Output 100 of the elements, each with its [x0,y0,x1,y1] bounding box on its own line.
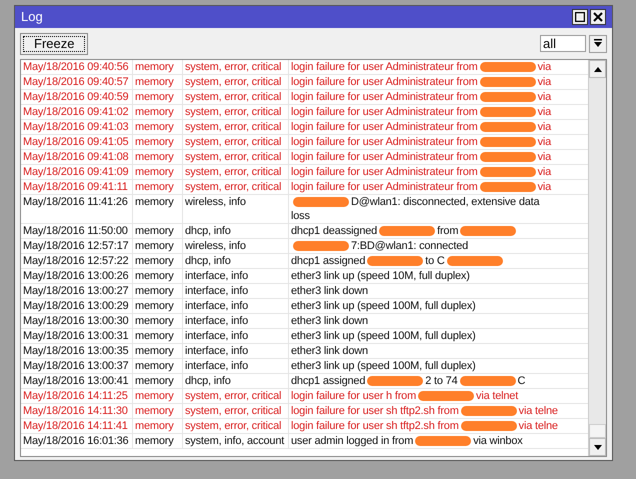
message-text: loss [291,209,310,223]
message-text: login failure for user Administrateur from [291,60,478,74]
time-cell: May/18/2016 13:00:35 [23,345,128,357]
message-text: dhcp1 assigned [291,374,366,388]
buffer-cell: memory [135,181,174,193]
message-text: login failure for user Administrateur from [291,135,478,149]
time-cell: May/18/2016 09:40:56 [23,61,128,73]
message-text: via telne [518,404,558,418]
buffer-cell: memory [135,420,174,432]
redaction-mark [293,197,349,207]
message-text: 7:BD@wlan1: connected [351,239,468,253]
time-cell: May/18/2016 12:57:17 [23,240,128,252]
time-cell: May/18/2016 09:41:09 [23,166,128,178]
message-text: ether3 link down [291,344,368,358]
topics-cell: system, error, critical [185,61,282,73]
topics-cell: dhcp, info [185,225,231,237]
buffer-cell: memory [135,240,174,252]
message-text: via [538,180,552,194]
redaction-mark [480,77,536,87]
redaction-mark [480,182,536,192]
up-arrow-icon [594,66,602,72]
message-text: via winbox [473,434,523,448]
buffer-cell: memory [135,76,174,88]
freeze-button[interactable]: Freeze [20,32,88,54]
redaction-mark [415,436,472,446]
topics-cell: system, error, critical [185,91,282,103]
time-cell: May/18/2016 13:00:27 [23,285,128,297]
time-cell: May/18/2016 11:41:26 [23,196,128,208]
scroll-thumb[interactable] [589,424,606,438]
topics-cell: system, error, critical [185,151,282,163]
time-cell: May/18/2016 09:40:57 [23,76,128,88]
buffer-cell: memory [135,121,174,133]
message-text: login failure for user Administrateur from [291,120,478,134]
buffer-cell: memory [135,390,174,402]
time-cell: May/18/2016 14:11:30 [23,405,128,417]
topics-cell: wireless, info [185,240,246,252]
maximize-button[interactable] [572,9,588,25]
time-cell: May/18/2016 16:01:36 [23,435,128,447]
topics-cell: dhcp, info [185,255,231,267]
redaction-mark [480,122,536,132]
redaction-mark [460,406,517,416]
filter-dropdown[interactable]: all [540,34,607,52]
message-text: ether3 link up (speed 100M, full duplex) [291,329,476,343]
topics-cell: dhcp, info [185,375,231,387]
redaction-mark [367,376,424,386]
redaction-mark [480,152,536,162]
redaction-mark [480,137,536,147]
topics-cell: system, error, critical [185,136,282,148]
topics-cell: system, error, critical [185,76,282,88]
time-cell: May/18/2016 13:00:37 [23,360,128,372]
redaction-mark [293,241,349,251]
down-arrow-icon [594,444,602,450]
message-text: login failure for user Administrateur from [291,180,478,194]
time-cell: May/18/2016 09:41:08 [23,151,128,163]
message-text: ether3 link up (speed 10M, full duplex) [291,269,470,283]
buffer-cell: memory [135,136,174,148]
scroll-up-button[interactable] [589,60,606,78]
time-cell: May/18/2016 14:11:41 [23,420,128,432]
message-text: C [518,374,526,388]
scroll-down-button[interactable] [589,438,606,456]
buffer-cell: memory [135,315,174,327]
redaction-mark [480,107,536,117]
topics-cell: system, error, critical [185,181,282,193]
redaction-mark [446,256,503,266]
redaction-mark [379,226,436,236]
message-text: from [437,224,458,238]
maximize-icon [575,12,585,22]
topics-cell: system, info, account [185,435,284,447]
topics-cell: wireless, info [185,196,246,208]
filter-value: all [540,35,586,52]
scrollbar[interactable] [588,60,606,456]
topics-cell: interface, info [185,300,248,312]
close-icon [593,12,603,22]
time-cell: May/18/2016 14:11:25 [23,390,128,402]
topics-cell: system, error, critical [185,166,282,178]
topics-cell: interface, info [185,285,248,297]
topics-cell: interface, info [185,360,248,372]
close-button[interactable] [590,9,606,25]
topics-cell: system, error, critical [185,390,282,402]
message-text: login failure for user Administrateur from [291,75,478,89]
topics-cell: interface, info [185,330,248,342]
message-text: ether3 link up (speed 100M, full duplex) [291,359,476,373]
time-cell: May/18/2016 13:00:41 [23,375,128,387]
buffer-cell: memory [135,330,174,342]
redaction-mark [418,391,474,401]
message-text: via telnet [476,389,518,403]
buffer-cell: memory [135,166,174,178]
message-text: login failure for user sh tftp2.sh from [291,419,459,433]
buffer-cell: memory [135,285,174,297]
message-text: login failure for user Administrateur from [291,150,478,164]
buffer-cell: memory [135,151,174,163]
message-text: via [538,60,552,74]
time-cell: May/18/2016 09:41:02 [23,106,128,118]
redaction-mark [460,421,517,431]
time-cell: May/18/2016 11:50:00 [23,225,128,237]
dropdown-button[interactable] [589,34,607,52]
buffer-cell: memory [135,360,174,372]
buffer-cell: memory [135,435,174,447]
message-text: 2 to 74 [425,374,458,388]
message-text: login failure for user Administrateur from [291,165,478,179]
